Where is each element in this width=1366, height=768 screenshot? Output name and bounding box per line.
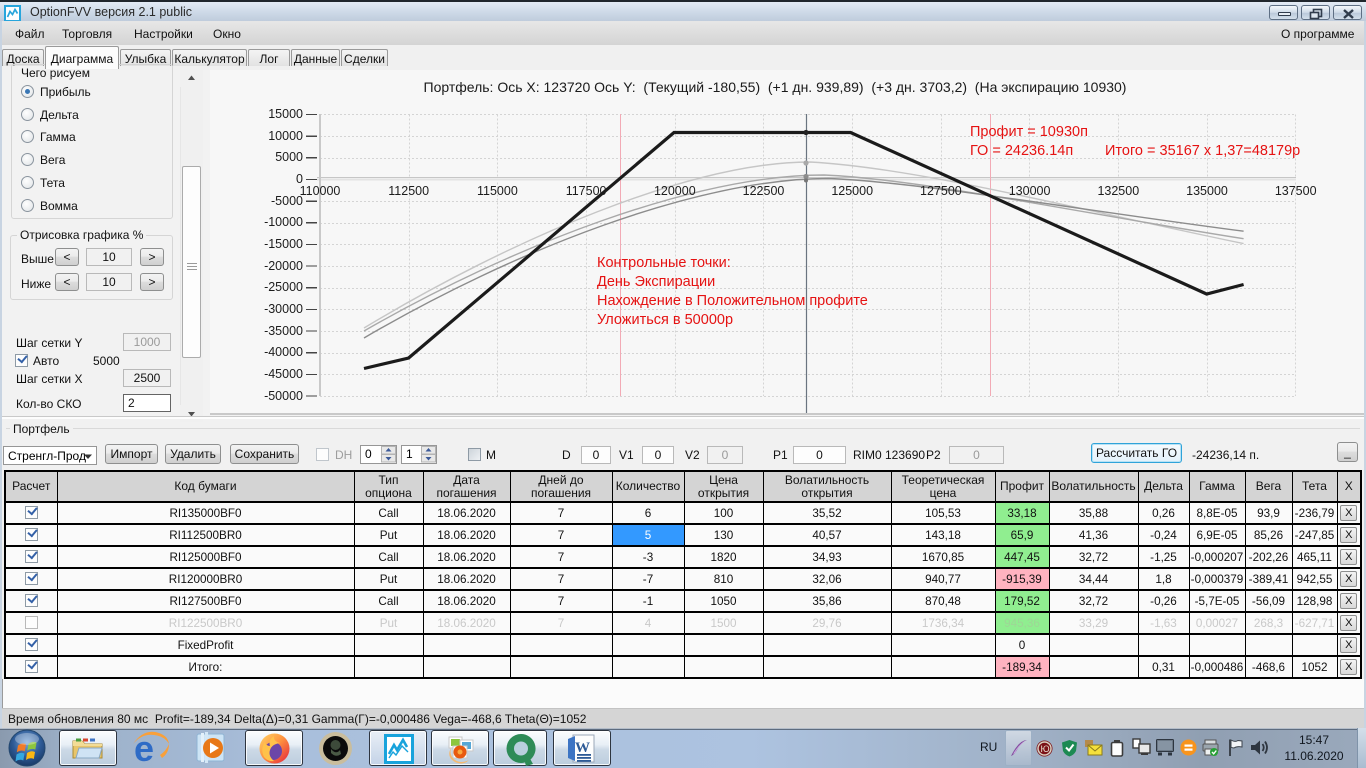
svg-text:e: e — [134, 731, 154, 766]
svg-text:Ю: Ю — [1041, 744, 1050, 754]
svg-text:W: W — [575, 740, 590, 756]
